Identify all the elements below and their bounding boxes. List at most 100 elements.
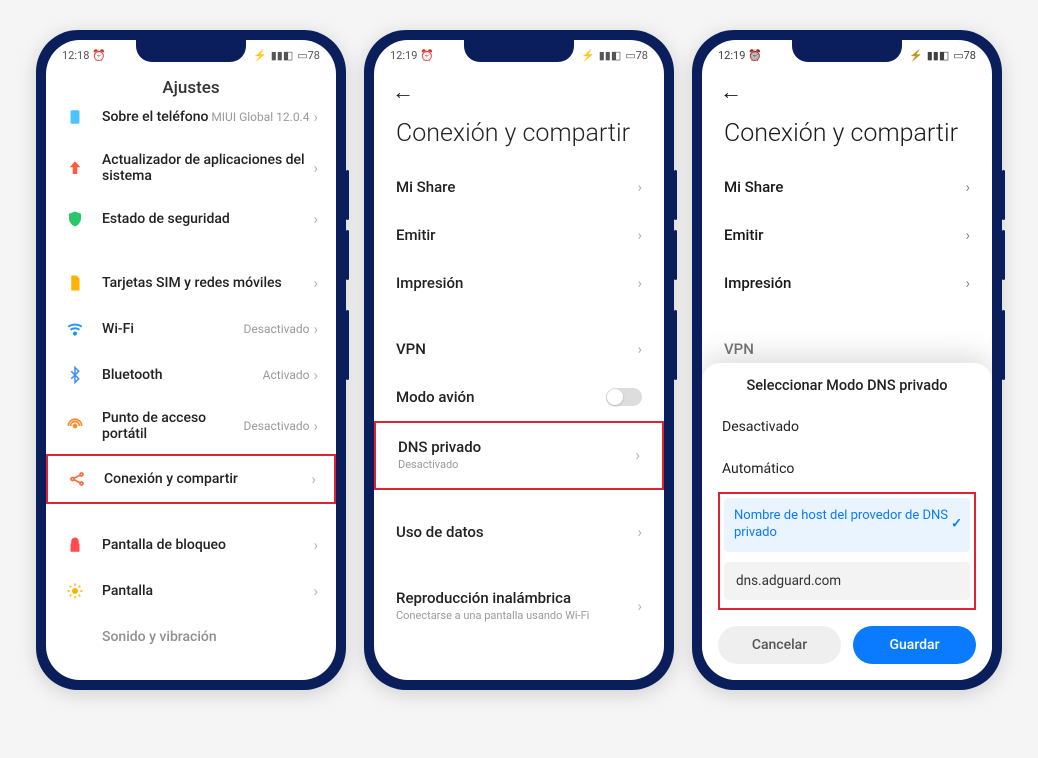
vol-up-button[interactable]: [1002, 170, 1005, 220]
dns-option-off[interactable]: Desactivado: [718, 406, 976, 448]
bluetooth-value: Activado: [263, 368, 310, 382]
sound-icon: [64, 626, 86, 648]
airplane-row[interactable]: Modo avión: [374, 373, 664, 421]
display-notch: [792, 40, 902, 62]
chevron-right-icon: ›: [313, 582, 318, 600]
power-button[interactable]: [1002, 310, 1005, 380]
screen-connection-share: 12:19⏰ ⚡▮▮◧▭78 ← Conexión y compartir Mi…: [374, 40, 664, 680]
power-button[interactable]: [674, 310, 677, 380]
dns-option-hostname[interactable]: Nombre de host del provedor de DNS priva…: [724, 498, 970, 552]
back-arrow-icon[interactable]: ←: [392, 79, 414, 105]
print-row[interactable]: Impresión ›: [374, 259, 664, 307]
back-arrow-icon[interactable]: ←: [720, 79, 742, 105]
security-status-row[interactable]: Estado de seguridad ›: [46, 196, 336, 242]
display-row[interactable]: Pantalla ›: [46, 568, 336, 614]
bluetooth-label: Bluetooth: [102, 367, 263, 383]
wifi-icon: [64, 318, 86, 340]
dns-option-auto[interactable]: Automático: [718, 448, 976, 490]
mi-share-row[interactable]: Mi Share ›: [374, 163, 664, 211]
bluetooth-row[interactable]: Bluetooth Activado ›: [46, 352, 336, 398]
conn-list-bg: Mi Share › Emitir › Impresión › VPN: [702, 163, 992, 373]
chevron-right-icon: ›: [313, 274, 318, 292]
print-label: Impresión: [724, 274, 965, 292]
about-phone-row[interactable]: Sobre el teléfono MIUI Global 12.0.4 ›: [46, 94, 336, 140]
conn-list[interactable]: Mi Share › Emitir › Impresión › VPN › Mo…: [374, 163, 664, 638]
signal-icon: ▮▮◧: [927, 49, 950, 62]
connection-share-row[interactable]: Conexión y compartir ›: [46, 454, 336, 504]
wireless-display-sub: Conectarse a una pantalla usando Wi-Fi: [396, 609, 637, 623]
page-title: Conexión y compartir: [702, 114, 992, 163]
update-arrow-icon: [64, 157, 86, 179]
airplane-label: Modo avión: [396, 388, 606, 406]
status-right: ⚡ ▮▮◧ ▭78: [253, 49, 320, 62]
dns-hostname-input[interactable]: dns.adguard.com: [724, 562, 970, 600]
miui-version-value: MIUI Global 12.0.4: [211, 110, 309, 124]
private-dns-sheet[interactable]: Seleccionar Modo DNS privado Desactivado…: [702, 363, 992, 680]
sim-icon: [64, 272, 86, 294]
cast-row[interactable]: Emitir ›: [374, 211, 664, 259]
chevron-right-icon: ›: [965, 178, 970, 196]
sound-label: Sonido y vibración: [102, 629, 318, 645]
phone-3: 12:19⏰ ⚡▮▮◧▭78 ← Conexión y compartir Mi…: [692, 30, 1002, 690]
status-time: 12:18 ⏰: [62, 49, 106, 62]
dns-option-hostname-label: Nombre de host del provedor de DNS priva…: [734, 508, 948, 540]
power-button[interactable]: [346, 310, 349, 380]
hotspot-label: Punto de acceso portátil: [102, 410, 244, 442]
wifi-row[interactable]: Wi-Fi Desactivado ›: [46, 306, 336, 352]
screen-settings: 12:18 ⏰ ⚡ ▮▮◧ ▭78 Ajustes Sobre el teléf…: [46, 40, 336, 680]
vpn-row[interactable]: VPN ›: [374, 325, 664, 373]
wireless-display-label: Reproducción inalámbrica: [396, 589, 637, 607]
vol-up-button[interactable]: [346, 170, 349, 220]
alarm-icon: ⏰: [420, 49, 434, 62]
wifi-label: Wi-Fi: [102, 321, 244, 337]
chevron-right-icon: ›: [637, 178, 642, 196]
sound-row[interactable]: Sonido y vibración: [46, 614, 336, 660]
connection-share-label: Conexión y compartir: [104, 471, 311, 487]
private-dns-row[interactable]: DNS privado Desactivado ›: [374, 421, 664, 489]
hotspot-row[interactable]: Punto de acceso portátil Desactivado ›: [46, 398, 336, 454]
vol-down-button[interactable]: [346, 230, 349, 280]
toolbar: ←: [374, 70, 664, 114]
chevron-right-icon: ›: [637, 226, 642, 244]
chevron-right-icon: ›: [313, 536, 318, 554]
shield-icon: [64, 208, 86, 230]
battery-indicator: ▭78: [953, 49, 976, 62]
wireless-display-row[interactable]: Reproducción inalámbrica Conectarse a un…: [374, 574, 664, 638]
clock-text: 12:19: [390, 49, 417, 62]
vol-down-button[interactable]: [1002, 230, 1005, 280]
cancel-button[interactable]: Cancelar: [718, 626, 841, 664]
about-phone-label: Sobre el teléfono: [102, 109, 211, 125]
chevron-right-icon: ›: [313, 159, 318, 177]
print-row: Impresión ›: [702, 259, 992, 307]
chevron-right-icon: ›: [637, 597, 642, 615]
battery-indicator: ▭78: [625, 49, 648, 62]
hotspot-value: Desactivado: [244, 419, 310, 433]
data-usage-label: Uso de datos: [396, 523, 637, 541]
vol-up-button[interactable]: [674, 170, 677, 220]
cast-label: Emitir: [396, 226, 637, 244]
sim-row[interactable]: Tarjetas SIM y redes móviles ›: [46, 260, 336, 306]
mi-share-row: Mi Share ›: [702, 163, 992, 211]
bluetooth-icon: ⚡: [909, 49, 923, 62]
private-dns-sub: Desactivado: [398, 458, 635, 472]
mi-share-label: Mi Share: [724, 178, 965, 196]
chevron-right-icon: ›: [637, 340, 642, 358]
sim-label: Tarjetas SIM y redes móviles: [102, 275, 313, 291]
print-label: Impresión: [396, 274, 637, 292]
chevron-right-icon: ›: [313, 417, 318, 435]
save-button[interactable]: Guardar: [853, 626, 976, 664]
battery-indicator: ▭78: [297, 49, 320, 62]
chevron-right-icon: ›: [965, 274, 970, 292]
cast-row: Emitir ›: [702, 211, 992, 259]
wifi-value: Desactivado: [244, 322, 310, 336]
lockscreen-row[interactable]: Pantalla de bloqueo ›: [46, 522, 336, 568]
system-updater-row[interactable]: Actualizador de aplicaciones del sistema…: [46, 140, 336, 196]
data-usage-row[interactable]: Uso de datos ›: [374, 508, 664, 556]
settings-list[interactable]: Sobre el teléfono MIUI Global 12.0.4 › A…: [46, 94, 336, 660]
vol-down-button[interactable]: [674, 230, 677, 280]
security-status-label: Estado de seguridad: [102, 211, 313, 227]
bluetooth-icon: ⚡: [581, 49, 595, 62]
airplane-toggle[interactable]: [606, 388, 642, 406]
phone-1: 12:18 ⏰ ⚡ ▮▮◧ ▭78 Ajustes Sobre el teléf…: [36, 30, 346, 690]
vpn-label: VPN: [396, 340, 637, 358]
